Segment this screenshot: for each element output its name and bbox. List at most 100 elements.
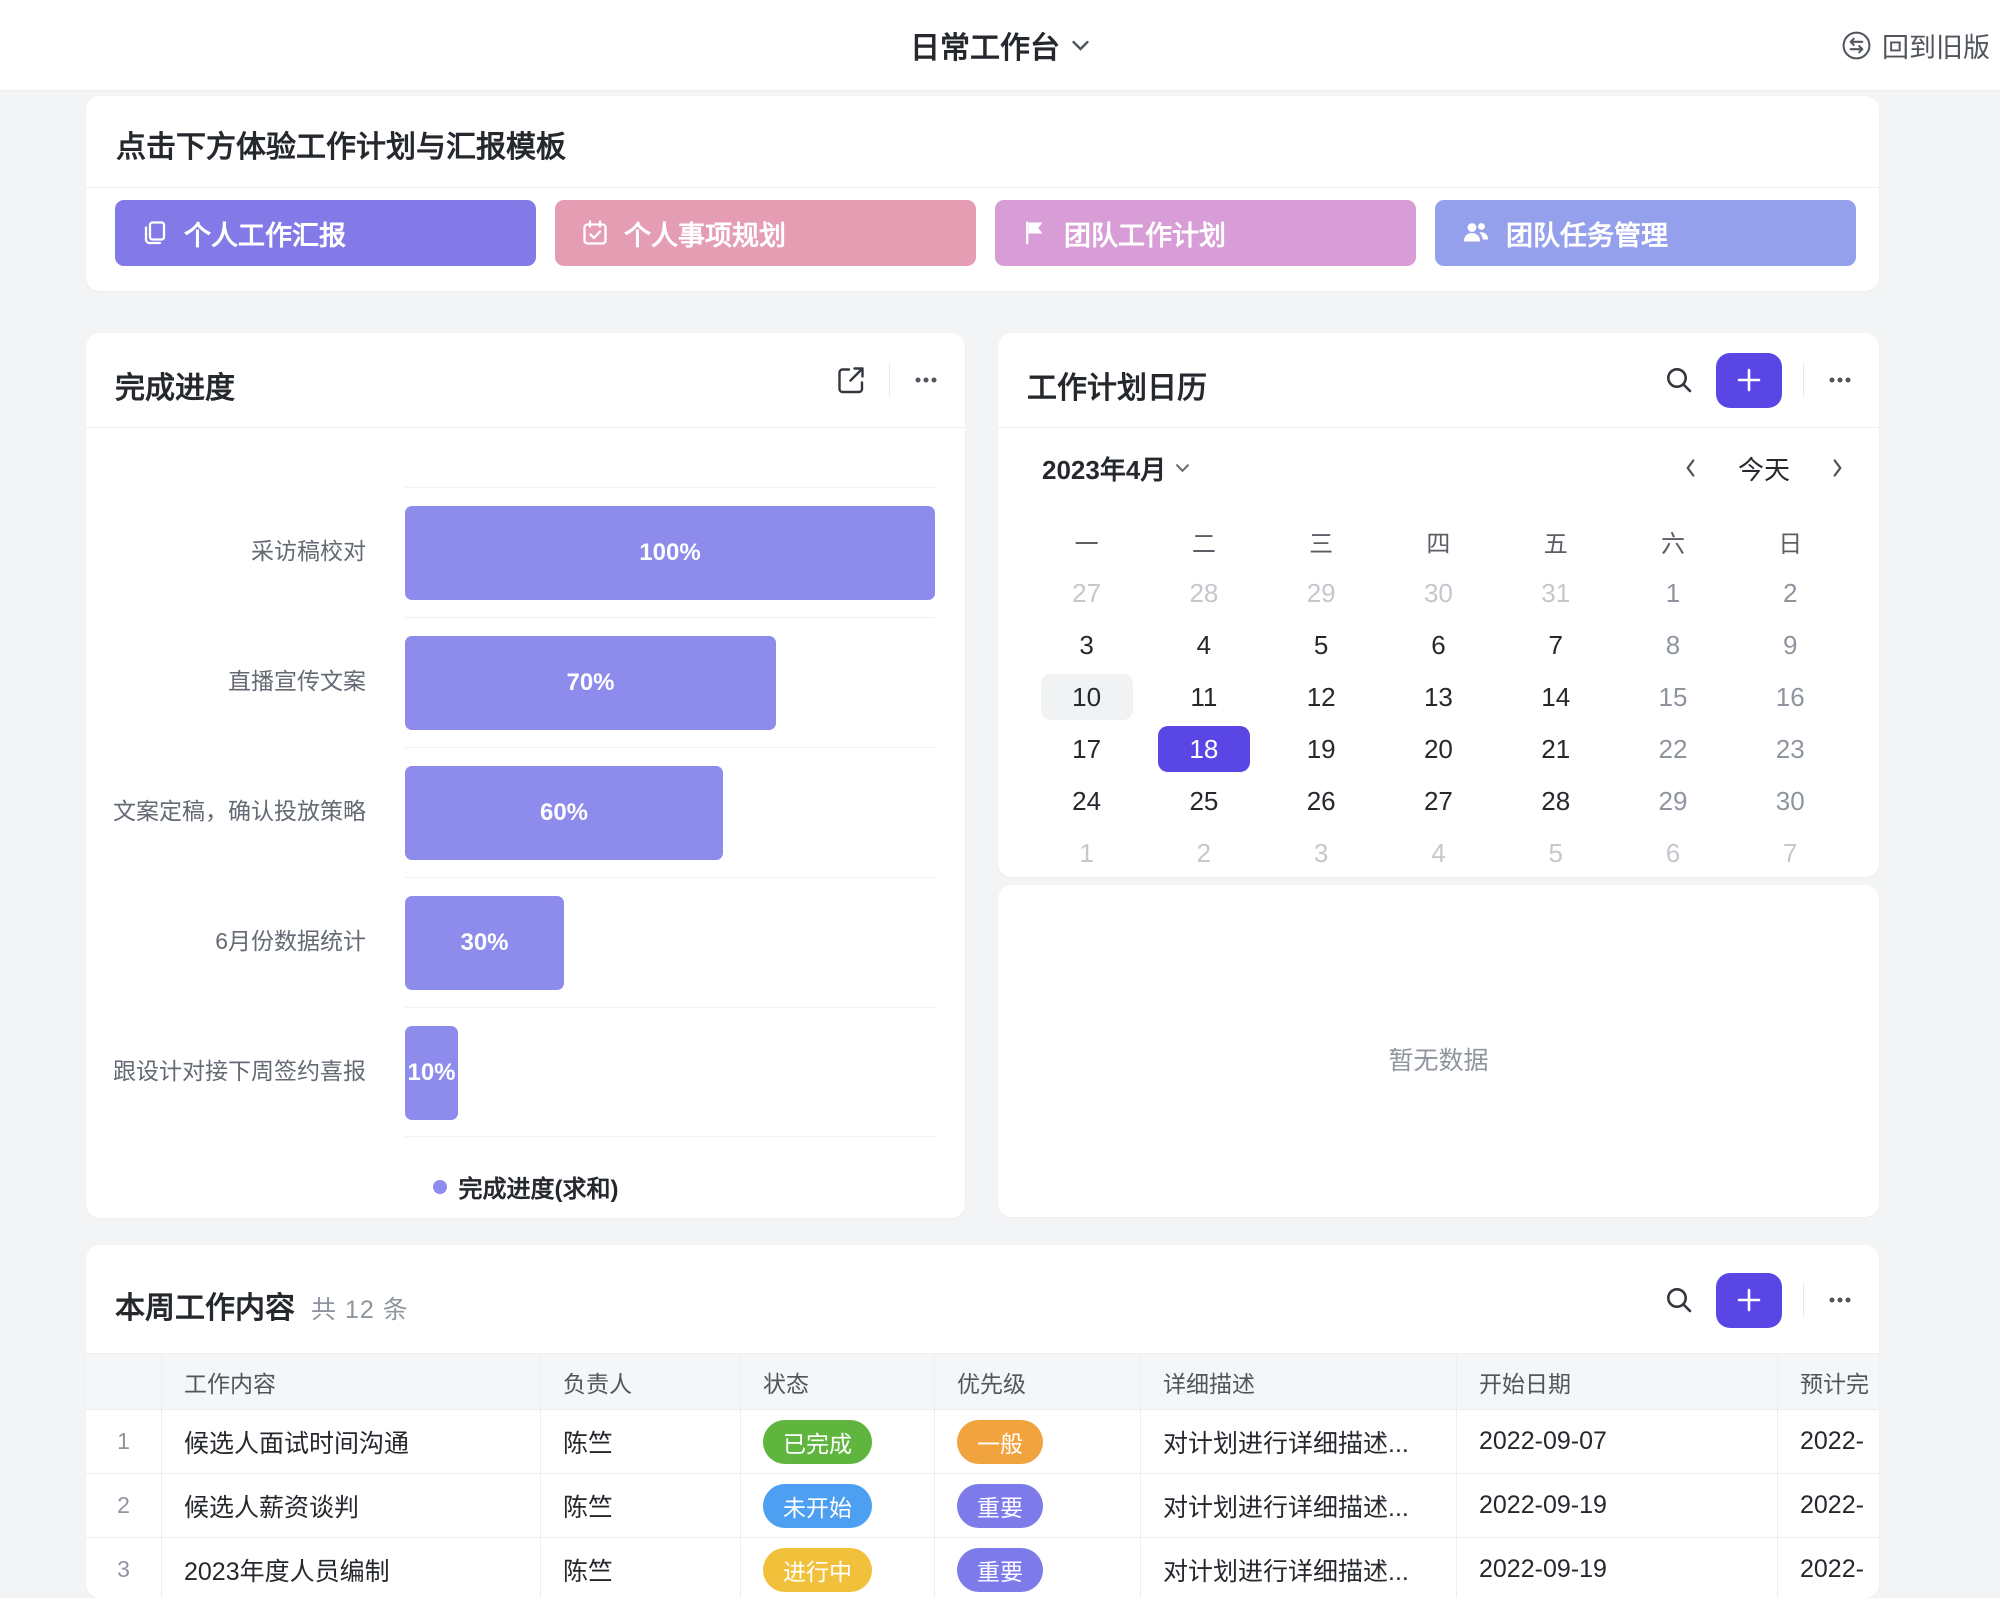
add-record-button[interactable]: [1716, 353, 1782, 408]
calendar-day[interactable]: 29: [1614, 775, 1731, 827]
bar-chart: 采访稿校对100%直播宣传文案70%文案定稿，确认投放策略60%6月份数据统计3…: [86, 487, 965, 1137]
legend-dot: [433, 1180, 447, 1194]
prev-month-icon[interactable]: [1683, 456, 1698, 480]
calendar-day[interactable]: 7: [1497, 619, 1614, 671]
status-cell[interactable]: 已完成: [741, 1410, 935, 1474]
calendar-day[interactable]: 27: [1380, 775, 1497, 827]
start-date-cell[interactable]: 2022-09-07: [1457, 1410, 1778, 1474]
divider: [1803, 1283, 1804, 1317]
description-cell[interactable]: 对计划进行详细描述...: [1141, 1410, 1457, 1474]
template-button-personal-work-report[interactable]: 个人工作汇报: [115, 200, 536, 266]
due-date-cell[interactable]: 2022-: [1778, 1538, 1879, 1598]
calendar-day[interactable]: 4: [1145, 619, 1262, 671]
priority-cell[interactable]: 一般: [935, 1410, 1141, 1474]
bar-value-label: 70%: [566, 669, 614, 697]
calendar-day[interactable]: 19: [1263, 723, 1380, 775]
calendar-day[interactable]: 18: [1145, 723, 1262, 775]
template-button-team-task-management[interactable]: 团队任务管理: [1435, 200, 1856, 266]
calendar-day[interactable]: 24: [1028, 775, 1145, 827]
flag-icon: [1020, 218, 1050, 248]
task-cell[interactable]: 2023年度人员编制: [162, 1538, 541, 1598]
progress-bar: 30%: [405, 896, 564, 990]
calendar-grid: 一二三四五六日 27282930311234567891011121314151…: [1028, 515, 1849, 879]
calendar-day[interactable]: 26: [1263, 775, 1380, 827]
calendar-day[interactable]: 4: [1380, 827, 1497, 879]
weekly-work-title: 本周工作内容: [115, 1283, 295, 1327]
priority-badge: 重要: [957, 1548, 1043, 1592]
calendar-day[interactable]: 21: [1497, 723, 1614, 775]
month-selector[interactable]: 2023年4月: [1042, 450, 1190, 487]
calendar-day[interactable]: 10: [1028, 671, 1145, 723]
description-cell[interactable]: 对计划进行详细描述...: [1141, 1538, 1457, 1598]
next-month-icon[interactable]: [1830, 456, 1845, 480]
priority-cell[interactable]: 重要: [935, 1538, 1141, 1598]
calendar-day[interactable]: 23: [1732, 723, 1849, 775]
calendar-day[interactable]: 7: [1732, 827, 1849, 879]
calendar-day[interactable]: 17: [1028, 723, 1145, 775]
due-date-cell[interactable]: 2022-: [1778, 1410, 1879, 1474]
calendar-day[interactable]: 14: [1497, 671, 1614, 723]
calendar-day[interactable]: 25: [1145, 775, 1262, 827]
calendar-day[interactable]: 8: [1614, 619, 1731, 671]
more-options-icon[interactable]: [1825, 1285, 1855, 1315]
calendar-day[interactable]: 5: [1263, 619, 1380, 671]
calendar-day[interactable]: 15: [1614, 671, 1731, 723]
calendar-day[interactable]: 2: [1732, 567, 1849, 619]
calendar-day[interactable]: 28: [1497, 775, 1614, 827]
template-button-label: 个人工作汇报: [184, 214, 346, 253]
start-date-cell[interactable]: 2022-09-19: [1457, 1538, 1778, 1598]
status-cell[interactable]: 进行中: [741, 1538, 935, 1598]
calendar-day[interactable]: 27: [1028, 567, 1145, 619]
bar-track: 10%: [405, 1007, 935, 1137]
calendar-day[interactable]: 6: [1614, 827, 1731, 879]
due-date-cell[interactable]: 2022-: [1778, 1474, 1879, 1538]
owner-cell[interactable]: 陈竺: [541, 1410, 741, 1474]
priority-cell[interactable]: 重要: [935, 1474, 1141, 1538]
calendar-day[interactable]: 13: [1380, 671, 1497, 723]
table-header-row: 工作内容负责人状态优先级详细描述开始日期预计完: [86, 1353, 1879, 1410]
calendar-day[interactable]: 29: [1263, 567, 1380, 619]
column-header: 预计完: [1778, 1353, 1879, 1410]
calendar-day[interactable]: 16: [1732, 671, 1849, 723]
open-in-new-icon[interactable]: [834, 363, 868, 397]
calendar-day[interactable]: 3: [1263, 827, 1380, 879]
calendar-day[interactable]: 3: [1028, 619, 1145, 671]
owner-cell[interactable]: 陈竺: [541, 1474, 741, 1538]
calendar-day[interactable]: 1: [1028, 827, 1145, 879]
status-cell[interactable]: 未开始: [741, 1474, 935, 1538]
calendar-day[interactable]: 5: [1497, 827, 1614, 879]
column-header: 详细描述: [1141, 1353, 1457, 1410]
more-options-icon[interactable]: [911, 365, 941, 395]
calendar-day[interactable]: 30: [1732, 775, 1849, 827]
template-button-personal-task-planning[interactable]: 个人事项规划: [555, 200, 976, 266]
search-icon[interactable]: [1663, 364, 1695, 396]
calendar-week-row: 17181920212223: [1028, 723, 1849, 775]
task-cell[interactable]: 候选人薪资谈判: [162, 1474, 541, 1538]
today-button[interactable]: 今天: [1738, 450, 1790, 487]
calendar-day[interactable]: 12: [1263, 671, 1380, 723]
start-date-cell[interactable]: 2022-09-19: [1457, 1474, 1778, 1538]
more-options-icon[interactable]: [1825, 365, 1855, 395]
calendar-day[interactable]: 30: [1380, 567, 1497, 619]
calendar-day[interactable]: 9: [1732, 619, 1849, 671]
task-cell[interactable]: 候选人面试时间沟通: [162, 1410, 541, 1474]
legend-label: 完成进度(求和): [459, 1169, 619, 1204]
add-record-button[interactable]: [1716, 1273, 1782, 1328]
calendar-day[interactable]: 31: [1497, 567, 1614, 619]
owner-cell[interactable]: 陈竺: [541, 1538, 741, 1598]
calendar-day[interactable]: 1: [1614, 567, 1731, 619]
calendar-day[interactable]: 2: [1145, 827, 1262, 879]
template-button-label: 团队任务管理: [1506, 214, 1668, 253]
calendar-day[interactable]: 6: [1380, 619, 1497, 671]
calendar-day[interactable]: 28: [1145, 567, 1262, 619]
weekday-label: 一: [1028, 515, 1145, 567]
back-to-old-version-link[interactable]: 回到旧版: [1840, 0, 1990, 90]
template-button-team-work-plan[interactable]: 团队工作计划: [995, 200, 1416, 266]
calendar-check-icon: [580, 218, 610, 248]
search-icon[interactable]: [1663, 1284, 1695, 1316]
calendar-day[interactable]: 20: [1380, 723, 1497, 775]
calendar-day[interactable]: 22: [1614, 723, 1731, 775]
workspace-title-dropdown[interactable]: 日常工作台: [0, 0, 2000, 90]
description-cell[interactable]: 对计划进行详细描述...: [1141, 1474, 1457, 1538]
calendar-day[interactable]: 11: [1145, 671, 1262, 723]
